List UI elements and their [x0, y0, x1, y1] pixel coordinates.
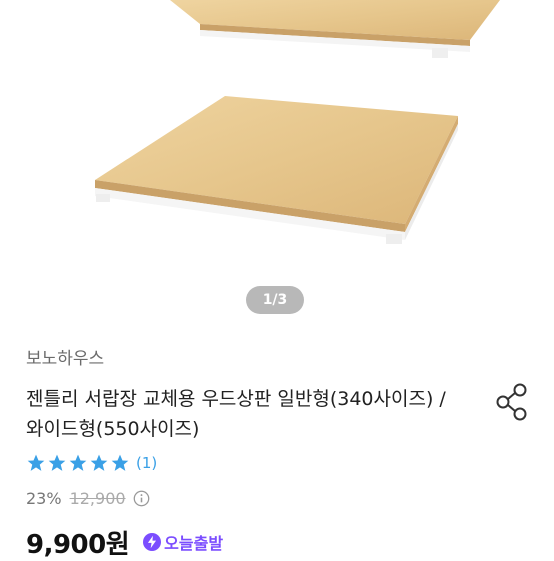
- rating[interactable]: (1): [26, 452, 157, 474]
- sale-price: 9,900원: [26, 529, 130, 560]
- product-title: 젠틀리 서랍장 교체용 우드상판 일반형(340사이즈) / 와이드형(550사…: [26, 388, 446, 440]
- product-image-gallery[interactable]: 1/3: [0, 0, 554, 325]
- share-icon: [496, 383, 527, 421]
- star-icon: [27, 454, 45, 471]
- star-icon: [69, 454, 87, 471]
- star-icon: [48, 454, 66, 471]
- star-icon: [90, 454, 108, 471]
- image-counter: 1/3: [246, 286, 304, 314]
- brand-name[interactable]: 보노하우스: [26, 344, 104, 369]
- star-icon: [111, 454, 129, 471]
- product-image: [95, 0, 500, 244]
- original-price: 12,900: [69, 489, 126, 508]
- delivery-badge: 오늘출발: [143, 530, 223, 554]
- share-button[interactable]: [494, 382, 530, 422]
- discount-rate: 23%: [26, 489, 62, 508]
- lightning-icon: [143, 533, 162, 551]
- review-count[interactable]: (1): [136, 454, 157, 472]
- info-icon[interactable]: [133, 490, 150, 507]
- discount-info: 23% 12,900: [26, 489, 150, 508]
- delivery-badge-label: 오늘출발: [164, 534, 224, 553]
